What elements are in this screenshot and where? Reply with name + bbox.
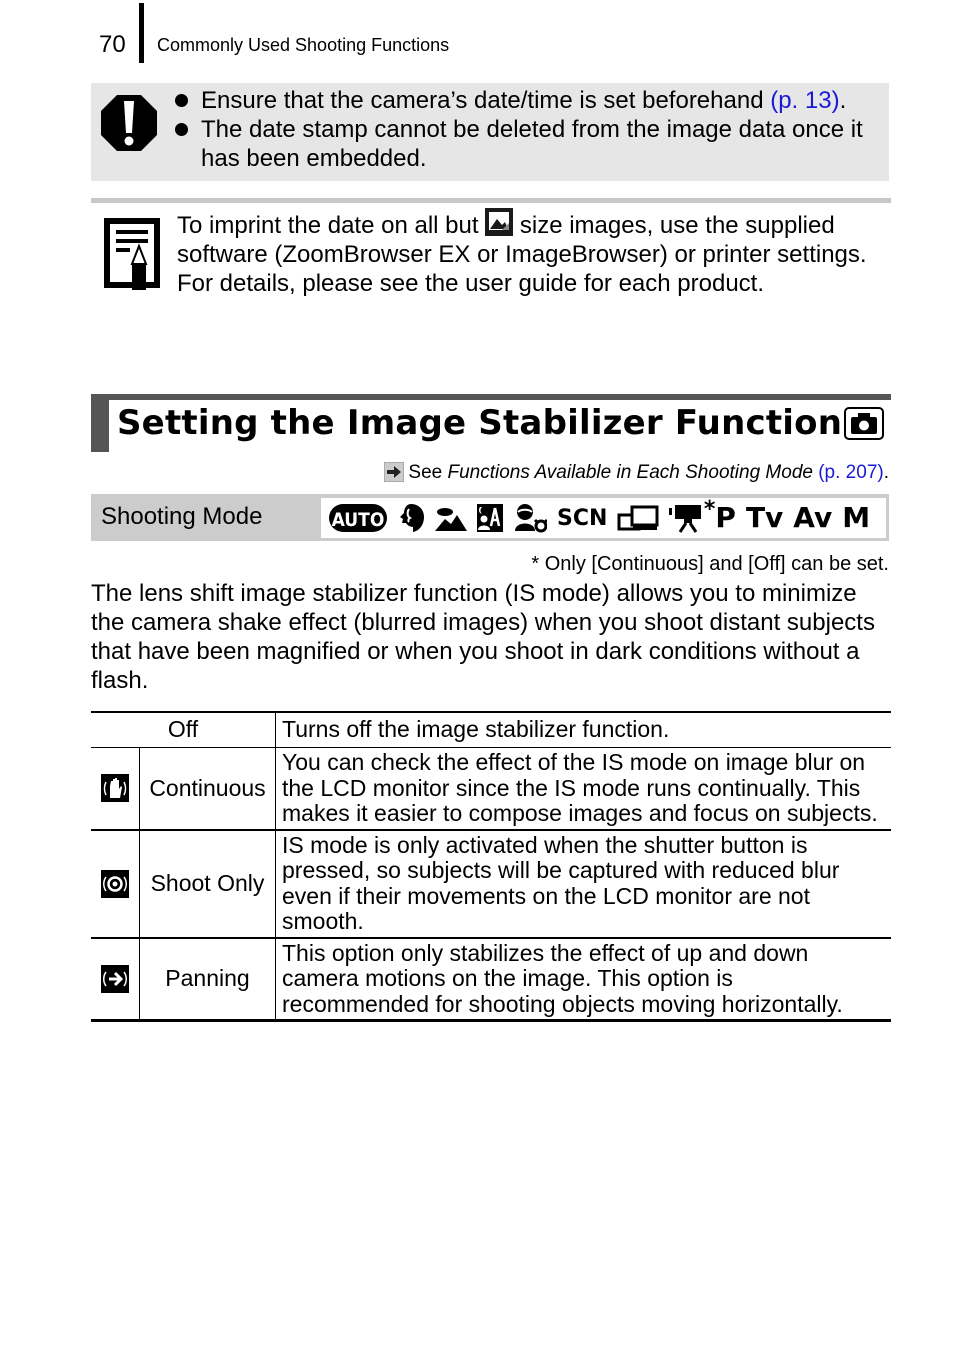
memo-pencil-icon [104, 218, 160, 290]
note-divider [91, 198, 891, 203]
shooting-mode-bar: Shooting Mode AUTO SCN * P Tv Av M [91, 494, 889, 541]
table-row: Panning This option only stabilizes the … [91, 937, 891, 1022]
mode-description: This option only stabilizes the effect o… [275, 937, 891, 1022]
is-mode-table: Off Turns off the image stabilizer funct… [91, 711, 891, 1022]
mode-description: You can check the effect of the IS mode … [275, 747, 891, 831]
landscape-mode-icon [435, 508, 467, 531]
table-row: Shoot Only IS mode is only activated whe… [91, 829, 891, 939]
mode-description: IS mode is only activated when the shutt… [275, 829, 891, 939]
mode-name: Panning [139, 937, 276, 1022]
footnote: * Only [Continuous] and [Off] can be set… [531, 553, 889, 575]
program-mode-icon: P [715, 501, 736, 534]
is-continuous-icon [101, 774, 129, 803]
manual-mode-icon: M [842, 501, 871, 534]
postcard-size-icon [485, 208, 514, 236]
aperture-priority-mode-icon: Av [793, 501, 833, 534]
page-link[interactable]: (p. 13) [770, 87, 839, 114]
night-snapshot-mode-icon [477, 504, 503, 532]
is-shoot-only-icon [101, 869, 129, 898]
header-divider [139, 3, 144, 63]
arrow-right-icon [384, 462, 405, 482]
heading-side-bar [91, 394, 109, 452]
shutter-priority-mode-icon: Tv [745, 501, 784, 534]
mode-name: Off [91, 711, 276, 748]
mode-name: Shoot Only [139, 829, 276, 939]
table-row: Off Turns off the image stabilizer funct… [91, 711, 891, 748]
caution-icon [101, 95, 157, 151]
caution-item: The date stamp cannot be deleted from th… [175, 115, 875, 173]
stitch-assist-mode-icon [617, 505, 659, 531]
caution-list: Ensure that the camera’s date/time is se… [175, 86, 875, 173]
footnote-asterisk: * [703, 497, 716, 522]
running-head: Commonly Used Shooting Functions [157, 35, 450, 55]
portrait-mode-icon [400, 504, 424, 532]
body-paragraph: The lens shift image stabilizer function… [91, 580, 875, 694]
shooting-mode-icons: AUTO SCN * P Tv Av M [321, 497, 886, 538]
section-title: Setting the Image Stabilizer Function [117, 403, 843, 443]
is-panning-icon [101, 964, 129, 993]
mode-name: Continuous [139, 747, 276, 831]
table-row: Continuous You can check the effect of t… [91, 747, 891, 831]
svg-text:AUTO: AUTO [332, 509, 385, 531]
mode-description: Turns off the image stabilizer function. [275, 711, 891, 748]
see-also: See Functions Available in Each Shooting… [384, 461, 889, 485]
shooting-mode-label: Shooting Mode [101, 503, 263, 530]
scene-mode-icon: SCN [557, 505, 608, 531]
movie-camera-icon [669, 505, 702, 533]
caution-box: Ensure that the camera’s date/time is se… [91, 83, 889, 181]
movie-mode-icon: * [669, 497, 715, 533]
bullet-icon [175, 123, 188, 136]
bullet-icon [175, 94, 188, 107]
camera-mode-icon [844, 407, 884, 440]
page-link[interactable]: (p. 207) [818, 462, 883, 483]
kids-pets-mode-icon [515, 504, 547, 533]
auto-mode-icon: AUTO [329, 504, 387, 532]
note-text: To imprint the date on all but size imag… [177, 208, 889, 298]
page-number: 70 [99, 31, 126, 58]
caution-item: Ensure that the camera’s date/time is se… [175, 86, 875, 115]
